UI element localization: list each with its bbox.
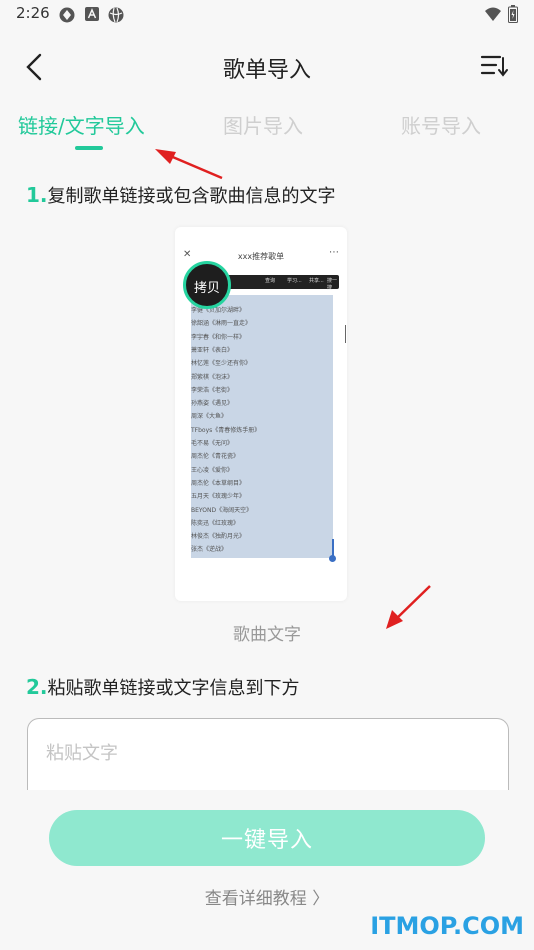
step-1-number: 1. [26,183,48,207]
song-list-item: 萧亚轩《表白》 [191,346,234,354]
context-menu: 查询 学习... 共享... 搜一搜 [225,275,339,291]
copy-label: 拷贝 [193,281,220,296]
step-2-instruction: 2.粘贴歌单链接或文字信息到下方 [26,674,300,700]
selection-handle-dot [329,555,336,562]
song-list-item: BEYOND《海阔天空》 [191,506,253,514]
song-list-item: TFboys《青春修炼手册》 [191,426,261,434]
page-title: 歌单导入 [222,58,311,83]
scrollbar [345,325,346,343]
more-icon: ⋯ [329,247,339,258]
song-list-item: 周杰伦《本草纲目》 [191,479,246,487]
preview-playlist-title: xxx推荐歌单 [237,252,285,261]
song-list-item: 周深《大鱼》 [191,413,228,421]
view-tutorial-link[interactable]: 查看详细教程 〉 [0,884,534,909]
song-list-item: 郑紫棋《泡沫》 [191,373,234,381]
song-list-item: 李荣浩《老街》 [191,386,234,394]
step-1-instruction: 1.复制歌单链接或包含歌曲信息的文字 [26,182,336,208]
tab-image-import[interactable]: 图片导入 [223,110,303,139]
menu-item: 搜一搜 [327,278,338,291]
song-list-item: 徐韶涵《淋雨一直走》 [191,320,252,328]
song-list-item: 陈奕迅《红玫瑰》 [191,519,240,527]
status-bar: 2:26 [0,0,534,30]
sort-button[interactable] [480,54,508,82]
tab-link-text-import[interactable]: 链接/文字导入 [18,110,145,139]
song-list-item: 毛不易《无问》 [191,440,234,447]
song-list-item: 孙燕姿《遇见》 [191,400,234,408]
song-list-item: 王心凌《爱你》 [191,466,234,474]
step-2-text: 粘贴歌单链接或文字信息到下方 [47,678,300,699]
menu-item: 查询 [265,278,276,284]
wifi-icon [484,6,502,26]
active-tab-indicator [75,146,103,150]
site-watermark: ITMOP.COM [370,912,524,940]
globe-icon [107,6,125,28]
annotation-arrow-tab [155,149,223,180]
example-preview-image: ✕ xxx推荐歌单 ⋯ 查询 学习... 共享... 搜一搜 李健《贝加尔湖畔》… [175,227,347,601]
sort-list-icon [480,55,508,77]
song-list-item: 林忆莲《至少还有你》 [191,360,252,368]
step-1-text: 复制歌单链接或包含歌曲信息的文字 [47,186,336,207]
copy-highlight: 拷贝 [183,261,231,309]
song-list-item: 五月天《玫瑰少年》 [191,493,246,501]
app-notification-icon [58,6,76,28]
import-tabs: 链接/文字导入 图片导入 账号导入 [0,102,534,152]
paste-text-input[interactable] [44,737,488,791]
menu-item: 共享... [309,278,324,284]
song-list-item: 林俊杰《独酌月光》 [191,533,246,541]
song-list-item: 周杰伦《青花瓷》 [191,453,240,461]
song-list-item: 张杰《逆战》 [191,546,228,554]
song-list-item: 李宇春《和你一样》 [191,333,246,341]
battery-icon [508,5,518,27]
step-2-number: 2. [26,675,48,699]
preview-caption: 歌曲文字 [233,625,301,645]
app-header: 歌单导入 [0,30,534,102]
menu-item: 学习... [287,278,302,284]
tab-account-import[interactable]: 账号导入 [401,110,481,139]
font-notification-icon [84,6,100,26]
one-click-import-button[interactable]: 一键导入 [49,810,485,866]
status-time: 2:26 [16,4,50,22]
paste-text-box [27,718,509,799]
